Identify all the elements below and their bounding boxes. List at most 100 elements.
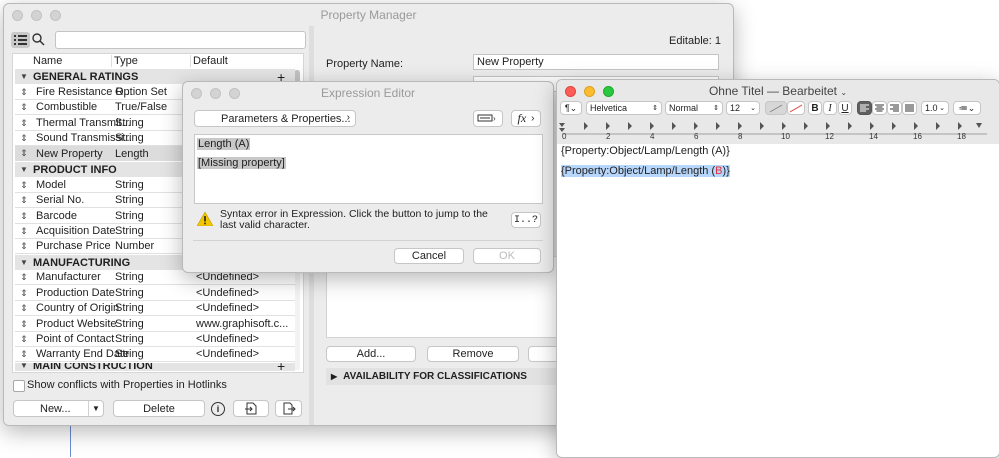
- new-button[interactable]: New... ▼: [13, 400, 104, 417]
- delete-button-label: Delete: [143, 402, 175, 415]
- align-center-button[interactable]: [872, 101, 887, 115]
- justify-button[interactable]: [902, 101, 917, 115]
- drag-handle-icon[interactable]: ⇕: [15, 288, 33, 299]
- disclosure-down-icon[interactable]: ▼: [15, 72, 33, 81]
- jump-to-error-button[interactable]: I..?: [511, 212, 541, 228]
- font-size-select[interactable]: 12 ⌄: [726, 101, 760, 115]
- remove-button-label: Remove: [452, 348, 494, 360]
- disclosure-right-icon[interactable]: ▶: [331, 372, 337, 381]
- disclosure-down-icon[interactable]: ▼: [15, 165, 33, 174]
- drag-handle-icon[interactable]: ⇕: [15, 319, 33, 330]
- item-default: <Undefined>: [196, 287, 259, 299]
- minimize-icon[interactable]: [31, 10, 42, 21]
- property-name-field[interactable]: New Property: [473, 54, 719, 70]
- ruler-number: 8: [738, 132, 743, 141]
- disclosure-down-icon[interactable]: ▼: [15, 258, 33, 267]
- textedit-title-text: Ohne Titel — Bearbeitet: [708, 84, 838, 98]
- underline-button[interactable]: U: [838, 101, 852, 115]
- zoom-icon[interactable]: [229, 88, 240, 99]
- ok-button[interactable]: OK: [473, 248, 541, 264]
- search-icon[interactable]: [32, 33, 46, 47]
- drag-handle-icon[interactable]: ⇕: [15, 241, 33, 252]
- line-spacing-value: 1.0: [925, 103, 938, 113]
- chevron-down-icon: ⌄: [750, 105, 756, 112]
- list-view-icon[interactable]: [11, 32, 30, 48]
- column-name-header[interactable]: Name: [33, 55, 62, 67]
- show-conflicts-checkbox[interactable]: [13, 380, 25, 392]
- align-left-icon: [860, 104, 869, 112]
- drag-handle-icon[interactable]: ⇕: [15, 211, 33, 222]
- list-header: Name Type Default: [15, 55, 295, 69]
- ruler-number: 4: [650, 132, 655, 141]
- stepper-icon: ⇕: [713, 105, 719, 112]
- drag-handle-icon[interactable]: ⇕: [15, 195, 33, 206]
- ruler-number: 14: [869, 132, 878, 141]
- drag-handle-icon[interactable]: ⇕: [15, 180, 33, 191]
- jump-button-label: I..?: [513, 214, 538, 226]
- list-bullets-button[interactable]: ≔⌄: [953, 101, 981, 115]
- drag-handle-icon[interactable]: ⇕: [15, 118, 33, 129]
- font-family-select[interactable]: Helvetica ⇕: [586, 101, 662, 115]
- drag-handle-icon[interactable]: ⇕: [15, 226, 33, 237]
- drag-handle-icon[interactable]: ⇕: [15, 87, 33, 98]
- drag-handle-icon[interactable]: ⇕: [15, 334, 33, 345]
- zoom-icon[interactable]: [50, 10, 61, 21]
- justify-icon: [905, 104, 914, 112]
- cancel-button[interactable]: Cancel: [394, 248, 464, 264]
- font-style-select[interactable]: Normal ⇕: [665, 101, 723, 115]
- expression-line-2: [Missing property]: [197, 157, 286, 169]
- column-type-header[interactable]: Type: [111, 55, 138, 67]
- drag-handle-icon[interactable]: ⇕: [15, 102, 33, 113]
- list-item[interactable]: ⇕ Warranty End Date String <Undefined>: [15, 347, 295, 362]
- text-color-well[interactable]: [765, 101, 787, 115]
- document-text-area[interactable]: {Property:Object/Lamp/Length (A)} {Prope…: [557, 144, 999, 457]
- add-button-label: Add...: [356, 348, 386, 360]
- document-line-2: {Property:Object/Lamp/Length (B)}: [561, 165, 730, 177]
- drag-handle-icon[interactable]: ⇕: [15, 303, 33, 314]
- info-icon[interactable]: i: [211, 402, 225, 416]
- drag-handle-icon[interactable]: ⇕: [15, 133, 33, 144]
- chevron-down-icon[interactable]: ⌄: [840, 88, 847, 97]
- keyboard-button[interactable]: ›: [473, 110, 503, 127]
- chevron-down-icon[interactable]: ▼: [88, 401, 103, 416]
- column-default-header[interactable]: Default: [190, 55, 228, 67]
- disclosure-down-icon[interactable]: ▼: [15, 363, 33, 370]
- paragraph-styles-button[interactable]: ¶⌄: [560, 101, 582, 115]
- search-input[interactable]: [55, 31, 306, 49]
- drag-handle-icon[interactable]: ⇕: [15, 349, 33, 360]
- ruler[interactable]: 0 2 4 6 8 10 12 14 16 18: [557, 120, 999, 142]
- editor-titlebar: Expression Editor: [183, 82, 553, 104]
- close-icon[interactable]: [12, 10, 23, 21]
- align-left-button[interactable]: [857, 101, 872, 115]
- import-button[interactable]: [233, 400, 269, 417]
- export-button[interactable]: [275, 400, 302, 417]
- minimize-icon[interactable]: [210, 88, 221, 99]
- item-default: www.graphisoft.c...: [196, 318, 288, 330]
- item-type: String: [115, 348, 144, 360]
- line-spacing-select[interactable]: 1.0 ⌄: [921, 101, 949, 115]
- export-icon: [283, 402, 296, 415]
- list-item[interactable]: ⇕ Country of Origin String <Undefined>: [15, 301, 295, 316]
- add-icon[interactable]: +: [277, 363, 285, 371]
- parameters-properties-button[interactable]: Parameters & Properties... ›: [194, 110, 356, 127]
- italic-button[interactable]: I: [823, 101, 837, 115]
- list-item[interactable]: ⇕ Point of Contact String <Undefined>: [15, 332, 295, 347]
- remove-button[interactable]: Remove: [427, 346, 519, 362]
- drag-handle-icon[interactable]: ⇕: [15, 272, 33, 283]
- expression-textarea[interactable]: Length (A) [Missing property]: [194, 134, 543, 204]
- close-icon[interactable]: [191, 88, 202, 99]
- delete-button[interactable]: Delete: [113, 400, 205, 417]
- list-item[interactable]: ⇕ Production Date String <Undefined>: [15, 286, 295, 301]
- align-right-button[interactable]: [887, 101, 902, 115]
- line-2-suffix: )}: [722, 165, 730, 177]
- bold-button[interactable]: B: [808, 101, 822, 115]
- group-main-construction[interactable]: ▼ MAIN CONSTRUCTION +: [15, 363, 295, 371]
- background-color-well[interactable]: [787, 101, 805, 115]
- item-type: String: [115, 318, 144, 330]
- list-item[interactable]: ⇕ Product Website String www.graphisoft.c..…: [15, 317, 295, 332]
- function-button[interactable]: fx ›: [511, 110, 541, 127]
- drag-handle-icon[interactable]: ⇕: [15, 148, 33, 159]
- item-default: <Undefined>: [196, 333, 259, 345]
- chevron-down-icon: ⌄: [939, 105, 945, 112]
- add-button[interactable]: Add...: [326, 346, 416, 362]
